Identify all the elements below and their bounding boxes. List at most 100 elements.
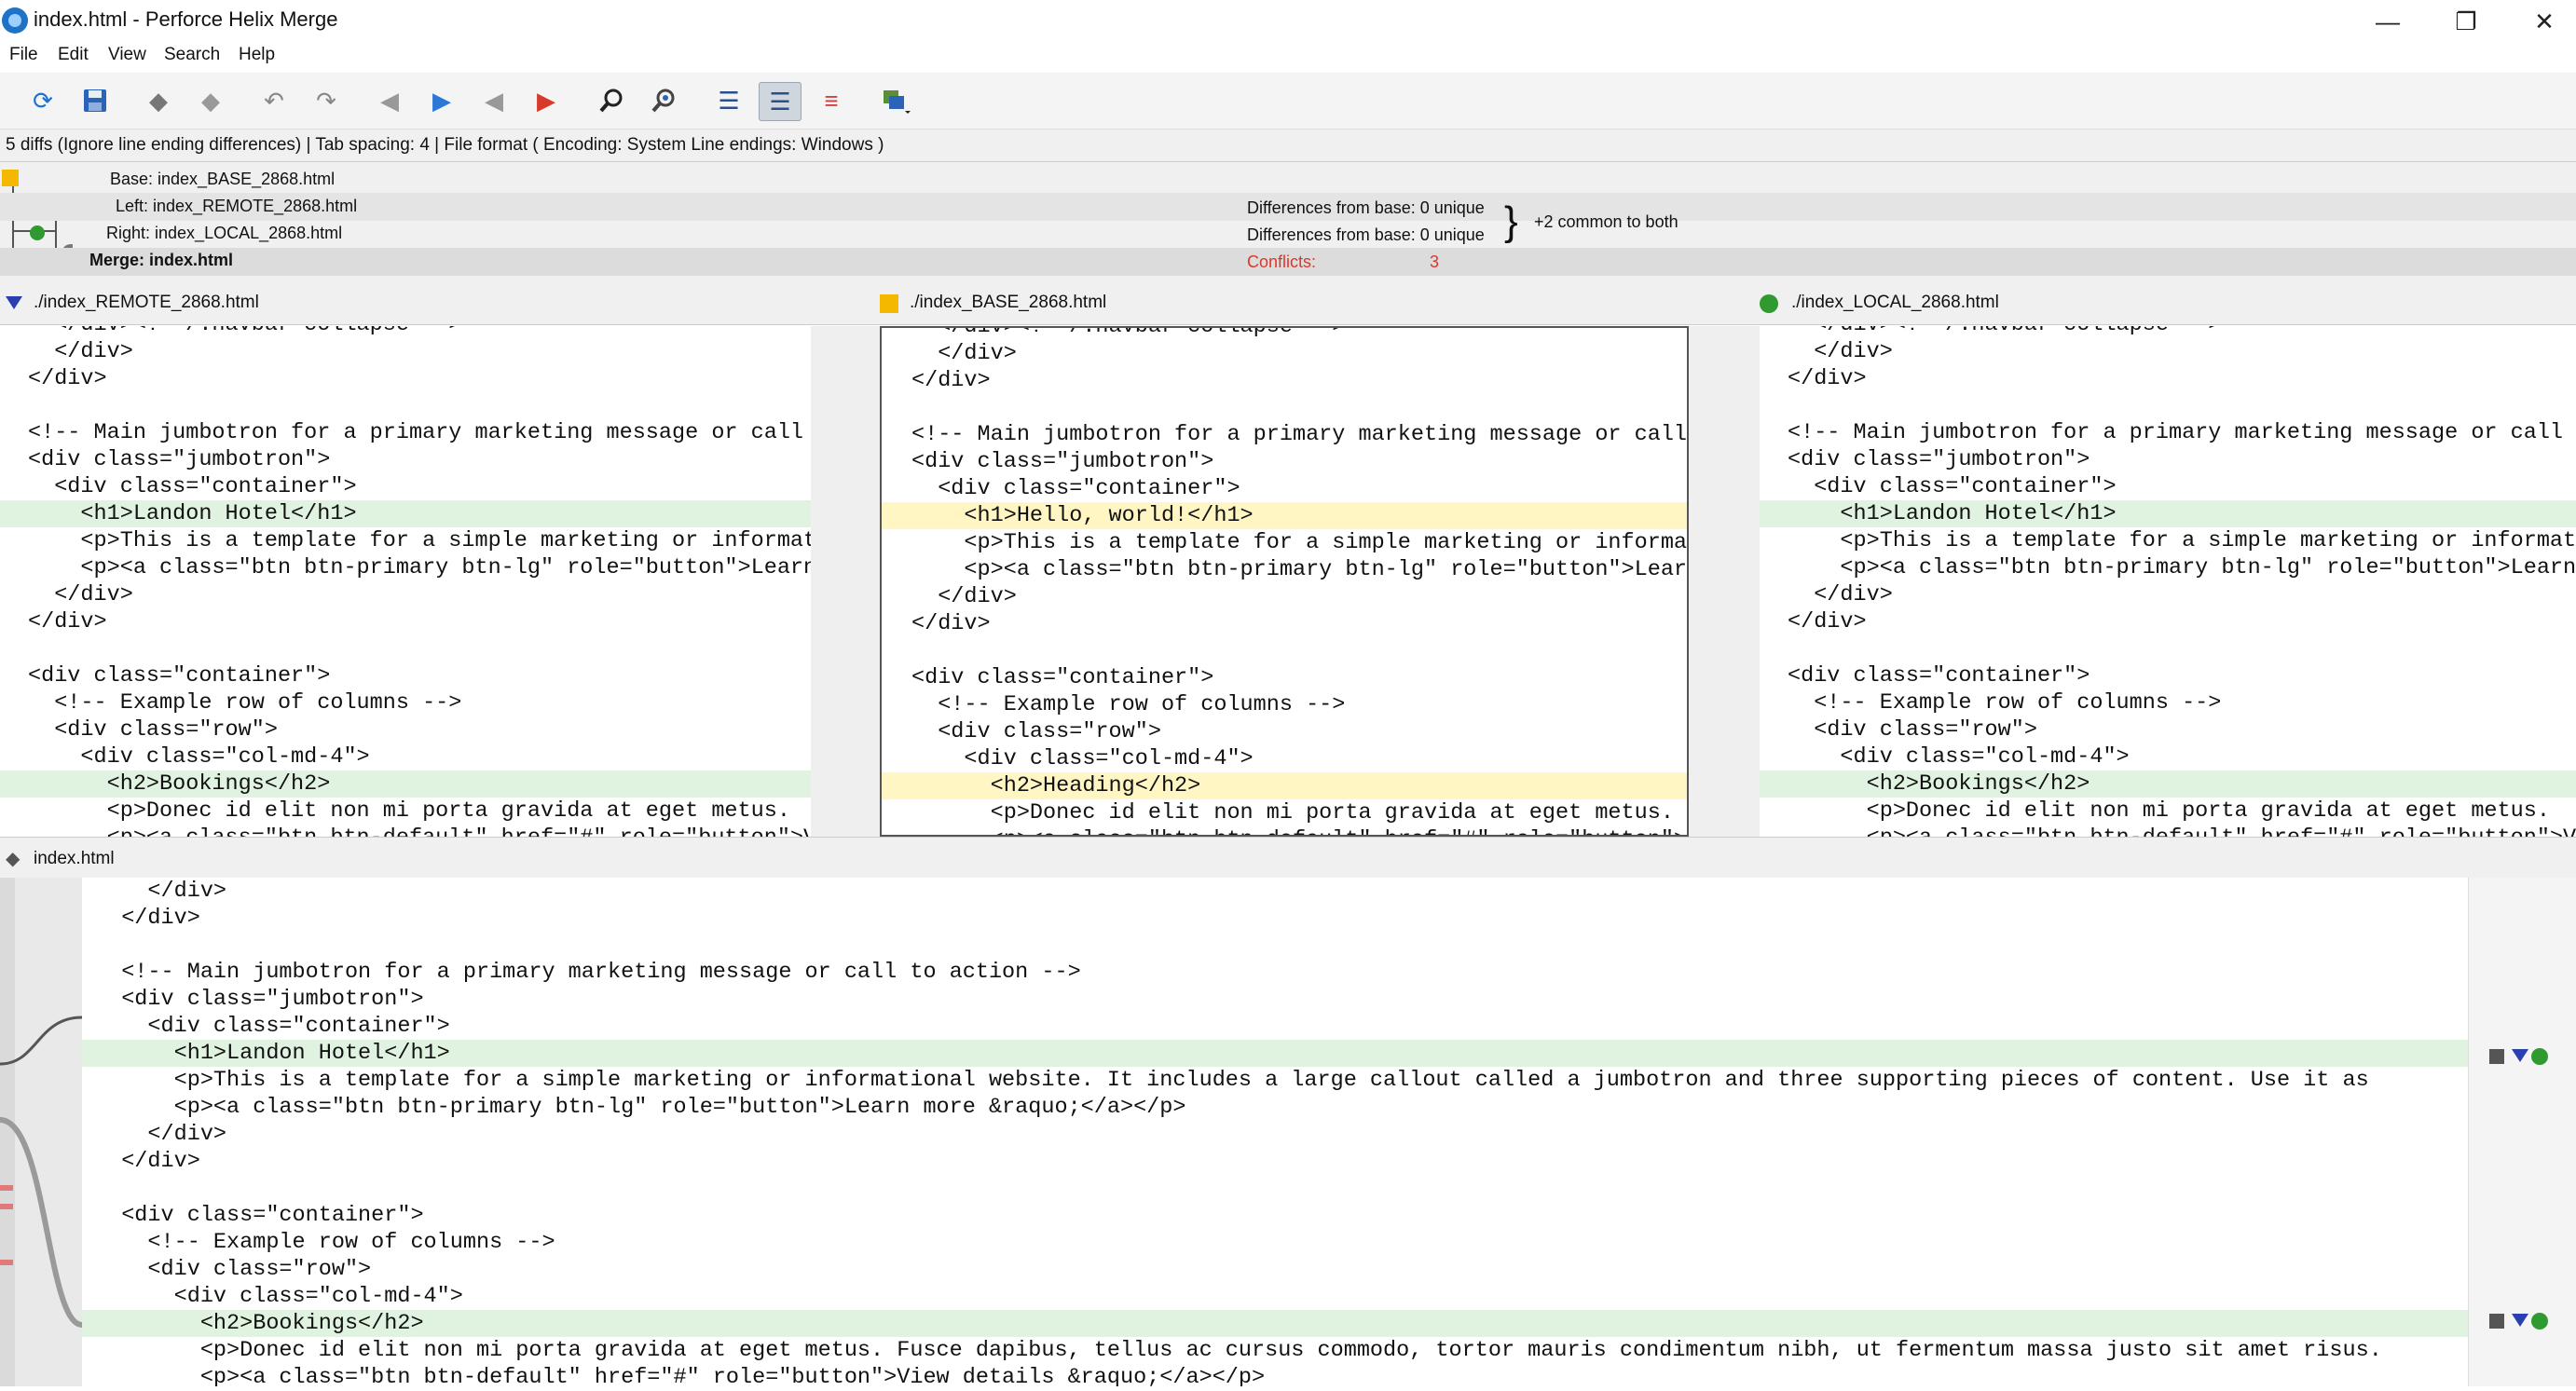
code-line: <div class="container"> [0, 662, 811, 689]
code-line-text: <p>Donec id elit non mi porta gravida at… [28, 798, 790, 824]
left-pane-title: ./index_REMOTE_2868.html [34, 293, 259, 312]
save-icon[interactable] [75, 82, 116, 119]
code-line-text: </div> [28, 366, 107, 391]
find-icon[interactable] [591, 82, 632, 119]
window-icon[interactable] [876, 82, 917, 119]
line-numbers-icon[interactable]: ☰ [708, 82, 749, 119]
code-line-text: <div class="col-md-4"> [28, 744, 370, 770]
code-line-text: <div class="container"> [1788, 474, 2117, 499]
code-line: </div> [0, 365, 811, 392]
code-line-text: </div> [28, 609, 107, 634]
code-line: <p><a class="btn btn-primary btn-lg" rol… [0, 554, 811, 581]
code-line-text: <div class="container"> [95, 1203, 424, 1228]
code-line: </div><!--/.navbar-collapse --> [0, 326, 811, 338]
code-line: <p><a class="btn btn-primary btn-lg" rol… [1760, 554, 2576, 581]
code-line: <!-- Main jumbotron for a primary market… [882, 421, 1687, 448]
code-line-text: <p><a class="btn btn-default" href="#" r… [911, 826, 1687, 835]
whitespace-icon[interactable]: ≡ [811, 82, 852, 119]
code-line: </div> [82, 905, 2468, 932]
code-line: <p><a class="btn btn-primary btn-lg" rol… [882, 556, 1687, 583]
status-line: 5 diffs (Ignore line ending differences)… [0, 130, 2576, 162]
code-line-text: <p><a class="btn btn-default" href="#" r… [28, 825, 811, 837]
base-code-pane[interactable]: </div><!--/.navbar-collapse --> </div> </… [880, 326, 1689, 837]
code-line-text: <div class="container"> [28, 663, 331, 689]
code-line: <div class="col-md-4"> [82, 1283, 2468, 1310]
code-line: </div> [82, 1121, 2468, 1148]
conflicts-label: Conflicts: [1247, 252, 1317, 271]
code-line: </div> [1760, 581, 2576, 608]
refresh-icon[interactable]: ⟳ [22, 82, 63, 119]
left-base-gutter [811, 326, 880, 837]
code-line: <div class="container"> [882, 475, 1687, 502]
merge-header: ◆ index.html [0, 837, 2576, 880]
code-line-text: <p>This is a template for a simple marke… [1840, 528, 2576, 553]
maximize-button[interactable]: ❐ [2429, 0, 2503, 43]
prev-diff-icon[interactable]: ◀ [369, 82, 410, 119]
code-line: </div> [1760, 608, 2576, 635]
close-button[interactable]: ✕ [2507, 0, 2576, 43]
code-line: <div class="col-md-4"> [0, 743, 811, 771]
code-line-text: <div class="jumbotron"> [28, 447, 331, 472]
code-line: <div class="row"> [82, 1256, 2468, 1283]
code-line-text: <h1>Landon Hotel</h1> [95, 1041, 450, 1066]
merge-file-label: Merge: index.html [89, 251, 234, 269]
prev-conflict-icon[interactable]: ◀ [473, 82, 514, 119]
layout-icon[interactable]: ☰ [759, 82, 802, 121]
right-code-pane[interactable]: </div><!--/.navbar-collapse --> </div></… [1760, 326, 2576, 837]
code-line-text: <div class="jumbotron"> [95, 987, 424, 1012]
menu-file[interactable]: File [9, 45, 38, 65]
code-line: <div class="jumbotron"> [82, 986, 2468, 1013]
code-line-text: <p><a class="btn btn-default" href="#" r… [95, 1365, 1266, 1386]
code-line: <div class="jumbotron"> [0, 446, 811, 473]
code-line: </div> [882, 610, 1687, 637]
code-line-text: <div class="col-md-4"> [95, 1284, 463, 1309]
conflict-choice-icon[interactable] [2487, 1045, 2562, 1072]
code-line: <p>Donec id elit non mi porta gravida at… [1760, 798, 2576, 825]
title-bar [0, 0, 2576, 43]
left-marker-icon [6, 296, 22, 316]
base-pane-title: ./index_BASE_2868.html [910, 293, 1107, 312]
code-line: </div> [882, 583, 1687, 610]
code-line-text: <p><a class="btn btn-primary btn-lg" rol… [95, 1095, 1186, 1120]
redo-icon[interactable]: ↷ [306, 82, 347, 119]
conflicts-count: 3 [1430, 252, 1440, 271]
menu-help[interactable]: Help [239, 45, 275, 65]
merge-code-pane[interactable]: </div> </div> <!-- Main jumbotron for a … [82, 878, 2468, 1386]
code-line: <div class="container"> [1760, 473, 2576, 500]
app-icon [2, 7, 28, 34]
code-line: </div> [882, 367, 1687, 394]
next-diff-icon[interactable]: ▶ [421, 82, 462, 119]
minimize-button[interactable]: — [2350, 0, 2425, 43]
code-line: <p><a class="btn btn-primary btn-lg" rol… [82, 1094, 2468, 1121]
diff-line: <h2>Bookings</h2> [82, 1310, 2468, 1337]
code-line-text: </div> [911, 341, 1017, 366]
code-line-text: <!-- Main jumbotron for a primary market… [911, 422, 1688, 447]
left-code-pane[interactable]: </div><!--/.navbar-collapse --> </div> </… [0, 326, 811, 837]
conflict-choice-icon[interactable] [2487, 1310, 2562, 1337]
common-to-both: +2 common to both [1534, 212, 1679, 231]
code-line: <div class="container"> [82, 1013, 2468, 1040]
menu-edit[interactable]: Edit [58, 45, 89, 65]
code-line-text: </div> [95, 1149, 200, 1174]
code-line: <div class="row"> [1760, 716, 2576, 743]
code-line: <!-- Main jumbotron for a primary market… [0, 419, 811, 446]
menu-search[interactable]: Search [164, 45, 220, 65]
find-next-icon[interactable] [643, 82, 684, 119]
right-marker-icon [1760, 294, 1778, 313]
code-line-text: <div class="col-md-4"> [911, 746, 1254, 771]
next-conflict-icon[interactable]: ▶ [526, 82, 567, 119]
code-line-text: <p><a class="btn btn-primary btn-lg" rol… [1840, 555, 2576, 580]
undo-icon[interactable]: ↶ [253, 82, 295, 119]
code-line-text: <div class="col-md-4"> [1788, 744, 2130, 770]
accept-icon[interactable]: ◆ [138, 82, 179, 119]
code-line-text: </div><!--/.navbar-collapse --> [1788, 326, 2221, 338]
menu-view[interactable]: View [108, 45, 146, 65]
reject-icon[interactable]: ◆ [190, 82, 231, 119]
code-line-text: <div class="container"> [1788, 663, 2090, 689]
code-line: <!-- Example row of columns --> [0, 689, 811, 716]
merge-pane-title: index.html [34, 849, 115, 868]
window-title: index.html - Perforce Helix Merge [34, 7, 338, 31]
